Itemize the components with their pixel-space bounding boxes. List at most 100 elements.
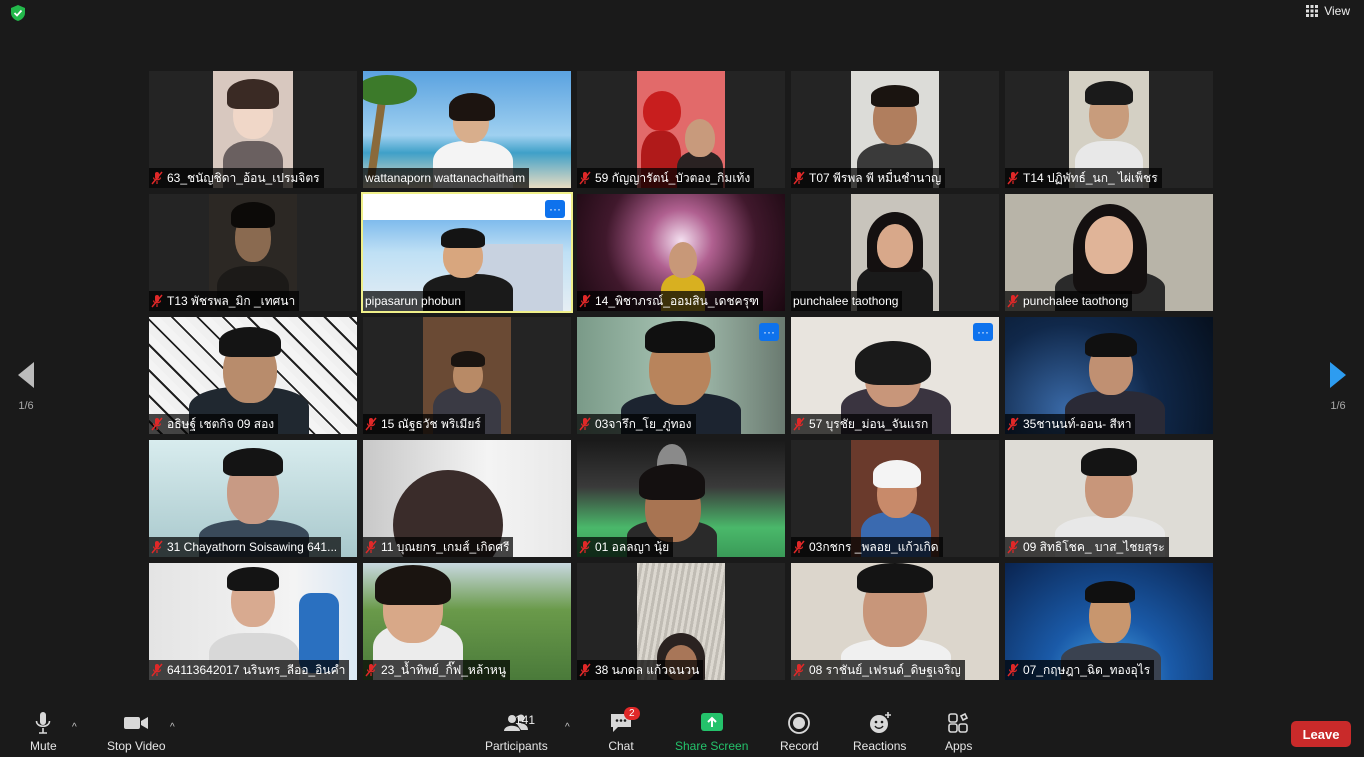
participant-name-tag: 15 ณัฐธวัช พริเมียร์ [363, 414, 485, 434]
participant-tile[interactable]: 08 ราชันย์_เฟรนด์_ดิษฐเจริญ [791, 563, 999, 680]
next-page-button[interactable]: 1/6 [1328, 360, 1348, 412]
participant-name-tag: 59 กัญญารัตน์_บัวตอง_กิมเท้ง [577, 168, 755, 188]
participant-tile[interactable]: T13 พัชรพล_มิก _เทศนา [149, 194, 357, 311]
video-camera-icon [124, 717, 149, 729]
participant-tile[interactable]: 15 ณัฐธวัช พริเมียร์ [363, 317, 571, 434]
participant-name-tag: 31 Chayathorn Soisawing 641... [149, 537, 342, 557]
participant-tile[interactable]: 23_น้ำทิพย์_กิ๊ฟ_หล้าหนู [363, 563, 571, 680]
participant-name-tag: 35ชานนท์-ออน- สีหา [1005, 414, 1136, 434]
participant-tile[interactable]: T14 ปฏิพัทธ์_นก_ ไผ่เพ็ชร [1005, 71, 1213, 188]
share-screen-button[interactable]: Share Screen [675, 711, 748, 753]
participant-tile-active-speaker[interactable]: ··· pipasarun phobun [361, 192, 573, 313]
microphone-icon [36, 712, 51, 734]
participant-name-tag: 64113642017 นรินทร_ลีออ_อินคำ [149, 660, 350, 680]
muted-mic-icon [1007, 417, 1019, 431]
muted-mic-icon [365, 663, 377, 677]
leave-meeting-button[interactable]: Leave [1291, 721, 1351, 747]
page-indicator-right: 1/6 [1330, 400, 1346, 412]
view-label: View [1324, 4, 1350, 18]
muted-mic-icon [365, 540, 377, 554]
participant-tile[interactable]: ··· 57 บุรชัย_ม่อน_จันแรก [791, 317, 999, 434]
participant-name-tag: 09 สิทธิโชค_ บาส_ไชยสุระ [1005, 537, 1169, 557]
muted-mic-icon [579, 540, 591, 554]
more-options-button[interactable]: ··· [545, 200, 565, 218]
muted-mic-icon [793, 663, 805, 677]
participant-tile[interactable]: 38 นภดล แก้วฉนวน [577, 563, 785, 680]
participant-tile[interactable]: 63_ชนัญชิดา_อ้อน_เปรมจิตร [149, 71, 357, 188]
participant-name-tag: T13 พัชรพล_มิก _เทศนา [149, 291, 300, 311]
record-button[interactable]: Record [780, 711, 819, 753]
muted-mic-icon [579, 171, 591, 185]
muted-mic-icon [579, 294, 591, 308]
participant-tile[interactable]: 09 สิทธิโชค_ บาส_ไชยสุระ [1005, 440, 1213, 557]
participant-name-tag: 14_พิชาภรณ์_ออมสิน_เดชครุฑ [577, 291, 763, 311]
participant-name-tag: 57 บุรชัย_ม่อน_จันแรก [791, 414, 933, 434]
participant-name-tag: T14 ปฏิพัทธ์_นก_ ไผ่เพ็ชร [1005, 168, 1162, 188]
apps-icon [947, 712, 968, 733]
participant-name-tag: 03กชกร _พลอย_แก้วเกิด [791, 537, 943, 557]
participant-tile[interactable]: T07 พีรพล พี หมื่นชำนาญ [791, 71, 999, 188]
participant-tile[interactable]: 35ชานนท์-ออน- สีหา [1005, 317, 1213, 434]
muted-mic-icon [1007, 663, 1019, 677]
encryption-shield-icon[interactable] [9, 4, 27, 22]
participant-tile[interactable]: อธิษฐ์ เชตกิจ 09 สอง [149, 317, 357, 434]
smiley-plus-icon [869, 712, 891, 733]
participant-tile[interactable]: 01 อลลญา นุ้ย [577, 440, 785, 557]
participant-name-tag: pipasarun phobun [363, 291, 466, 311]
participant-tile[interactable]: 31 Chayathorn Soisawing 641... [149, 440, 357, 557]
participant-tile[interactable]: 59 กัญญารัตน์_บัวตอง_กิมเท้ง [577, 71, 785, 188]
apps-button[interactable]: Apps [945, 711, 972, 753]
more-options-button[interactable]: ··· [973, 323, 993, 341]
audio-options-caret[interactable]: ^ [72, 722, 77, 733]
participant-name-tag: 08 ราชันย์_เฟรนด์_ดิษฐเจริญ [791, 660, 965, 680]
participant-tile[interactable]: 64113642017 นรินทร_ลีออ_อินคำ [149, 563, 357, 680]
triangle-left-icon [18, 362, 34, 388]
participant-tile[interactable]: 11 บุณยกร_เกมส์_เกิดศรี [363, 440, 571, 557]
muted-mic-icon [151, 171, 163, 185]
participant-tile[interactable]: punchalee taothong [1005, 194, 1213, 311]
mute-button[interactable]: Mute [30, 711, 57, 753]
participants-button[interactable]: 141 Participants [485, 711, 548, 753]
muted-mic-icon [151, 294, 163, 308]
muted-mic-icon [151, 540, 163, 554]
gallery-grid: 63_ชนัญชิดา_อ้อน_เปรมจิตร wattanaporn wa… [149, 71, 1213, 680]
view-button[interactable]: View [1306, 4, 1350, 18]
muted-mic-icon [1007, 540, 1019, 554]
participant-tile[interactable]: punchalee taothong [791, 194, 999, 311]
chat-button[interactable]: 2 Chat [608, 707, 640, 753]
participant-name-tag: punchalee taothong [1005, 291, 1133, 311]
participant-tile[interactable]: ··· 03จารึก_โย_ภู่ทอง [577, 317, 785, 434]
muted-mic-icon [579, 663, 591, 677]
participant-name-tag: 23_น้ำทิพย์_กิ๊ฟ_หล้าหนู [363, 660, 511, 680]
participant-name-tag: punchalee taothong [791, 291, 903, 311]
muted-mic-icon [579, 417, 591, 431]
participant-tile[interactable]: 03กชกร _พลอย_แก้วเกิด [791, 440, 999, 557]
participant-name-tag: อธิษฐ์ เชตกิจ 09 สอง [149, 414, 279, 434]
grid-icon [1306, 5, 1319, 17]
muted-mic-icon [1007, 294, 1019, 308]
participants-options-caret[interactable]: ^ [565, 722, 570, 733]
meeting-toolbar: Mute ^ Stop Video ^ 141 Participants ^ 2… [0, 705, 1364, 757]
participant-name-tag: T07 พีรพล พี หมื่นชำนาญ [791, 168, 946, 188]
reactions-button[interactable]: Reactions [853, 711, 906, 753]
chat-unread-badge: 2 [624, 707, 640, 720]
participant-name-tag: 38 นภดล แก้วฉนวน [577, 660, 704, 680]
participant-tile[interactable]: 07_กฤษฎา_ฉิด_ทองอุไร [1005, 563, 1213, 680]
page-indicator-left: 1/6 [18, 400, 34, 412]
muted-mic-icon [793, 171, 805, 185]
participant-tile[interactable]: 14_พิชาภรณ์_ออมสิน_เดชครุฑ [577, 194, 785, 311]
participant-name-tag: 11 บุณยกร_เกมส์_เกิดศรี [363, 537, 514, 557]
muted-mic-icon [1007, 171, 1019, 185]
participant-name-tag: 07_กฤษฎา_ฉิด_ทองอุไร [1005, 660, 1155, 680]
share-screen-icon [700, 713, 723, 731]
muted-mic-icon [151, 663, 163, 677]
participant-name-tag: 63_ชนัญชิดา_อ้อน_เปรมจิตร [149, 168, 324, 188]
previous-page-button[interactable]: 1/6 [16, 360, 36, 412]
video-options-caret[interactable]: ^ [170, 722, 175, 733]
participant-tile[interactable]: wattanaporn wattanachaitham [363, 71, 571, 188]
more-options-button[interactable]: ··· [759, 323, 779, 341]
participant-name-tag: 03จารึก_โย_ภู่ทอง [577, 414, 696, 434]
stop-video-button[interactable]: Stop Video [107, 711, 166, 753]
muted-mic-icon [793, 540, 805, 554]
participants-count: 141 [515, 713, 536, 727]
